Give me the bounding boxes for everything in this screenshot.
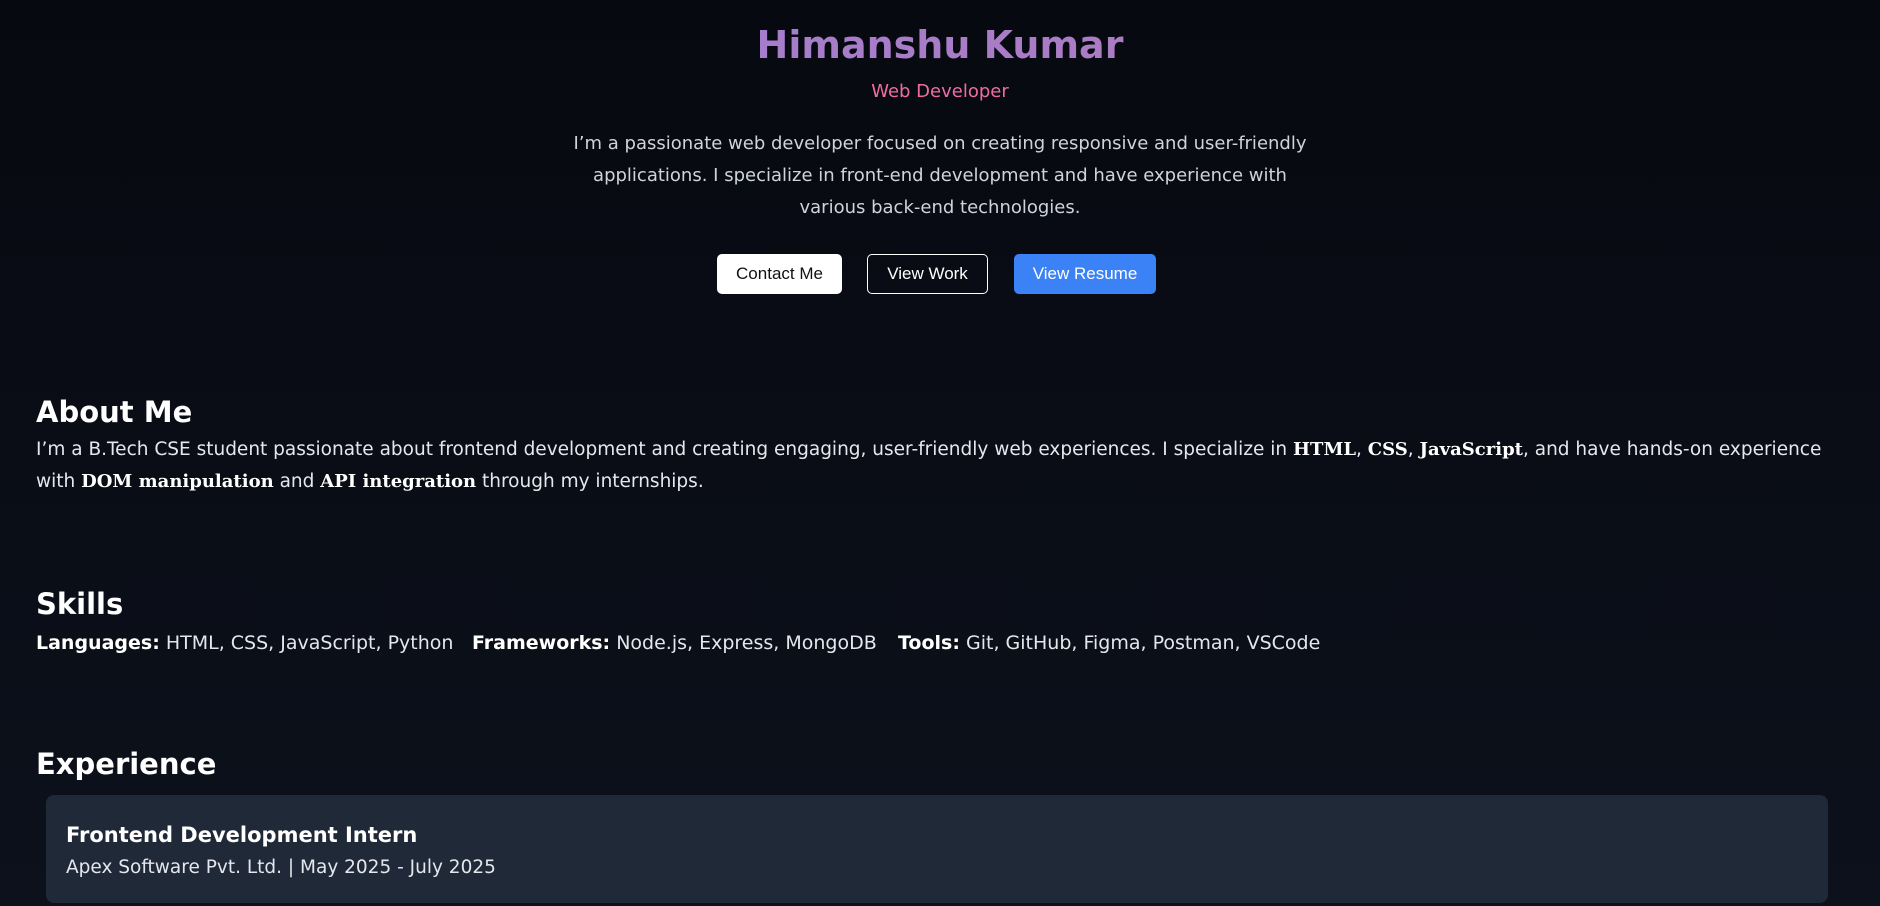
view-resume-button[interactable]: View Resume — [1014, 254, 1156, 294]
skill-group-tools: Tools: Git, GitHub, Figma, Postman, VSCo… — [898, 628, 1320, 658]
hero-bio: I’m a passionate web developer focused o… — [573, 133, 1307, 218]
about-highlight-css: CSS — [1367, 439, 1408, 460]
about-text-part: and — [273, 471, 321, 492]
hero-role: Web Developer — [871, 81, 1009, 102]
experience-role: Frontend Development Intern — [66, 823, 418, 847]
skill-value: Node.js, Express, MongoDB — [610, 632, 877, 654]
about-highlight-api: API integration — [320, 471, 477, 492]
skills-row: Languages: HTML, CSS, JavaScript, Python… — [36, 628, 1836, 658]
skill-group-languages: Languages: HTML, CSS, JavaScript, Python — [36, 628, 453, 658]
experience-meta: Apex Software Pvt. Ltd. | May 2025 - Jul… — [66, 857, 496, 878]
view-work-button[interactable]: View Work — [867, 254, 988, 294]
skill-value: HTML, CSS, JavaScript, Python — [159, 632, 454, 654]
about-text-part: through my internships. — [476, 471, 704, 492]
skill-group-frameworks: Frameworks: Node.js, Express, MongoDB — [472, 628, 877, 658]
experience-card: Frontend Development Intern Apex Softwar… — [46, 795, 1828, 903]
skills-title: Skills — [36, 587, 124, 621]
hero-button-row: Contact Me View Work View Resume — [0, 254, 1880, 294]
about-highlight-javascript: JavaScript — [1419, 439, 1523, 460]
about-text-sep: , — [1356, 439, 1368, 460]
experience-title: Experience — [36, 747, 217, 781]
about-text: I’m a B.Tech CSE student passionate abou… — [36, 434, 1836, 498]
skill-value: Git, GitHub, Figma, Postman, VSCode — [959, 632, 1321, 654]
skill-label: Languages: — [36, 632, 160, 654]
skill-label: Frameworks: — [472, 632, 611, 654]
contact-me-button[interactable]: Contact Me — [717, 254, 842, 294]
about-highlight-dom: DOM manipulation — [81, 471, 274, 492]
about-highlight-html: HTML — [1293, 439, 1357, 460]
skill-label: Tools: — [898, 632, 960, 654]
about-title: About Me — [36, 395, 193, 429]
hero-name: Himanshu Kumar — [0, 20, 1880, 70]
about-text-part: I’m a B.Tech CSE student passionate abou… — [36, 439, 1294, 460]
about-text-sep: , — [1407, 439, 1420, 460]
